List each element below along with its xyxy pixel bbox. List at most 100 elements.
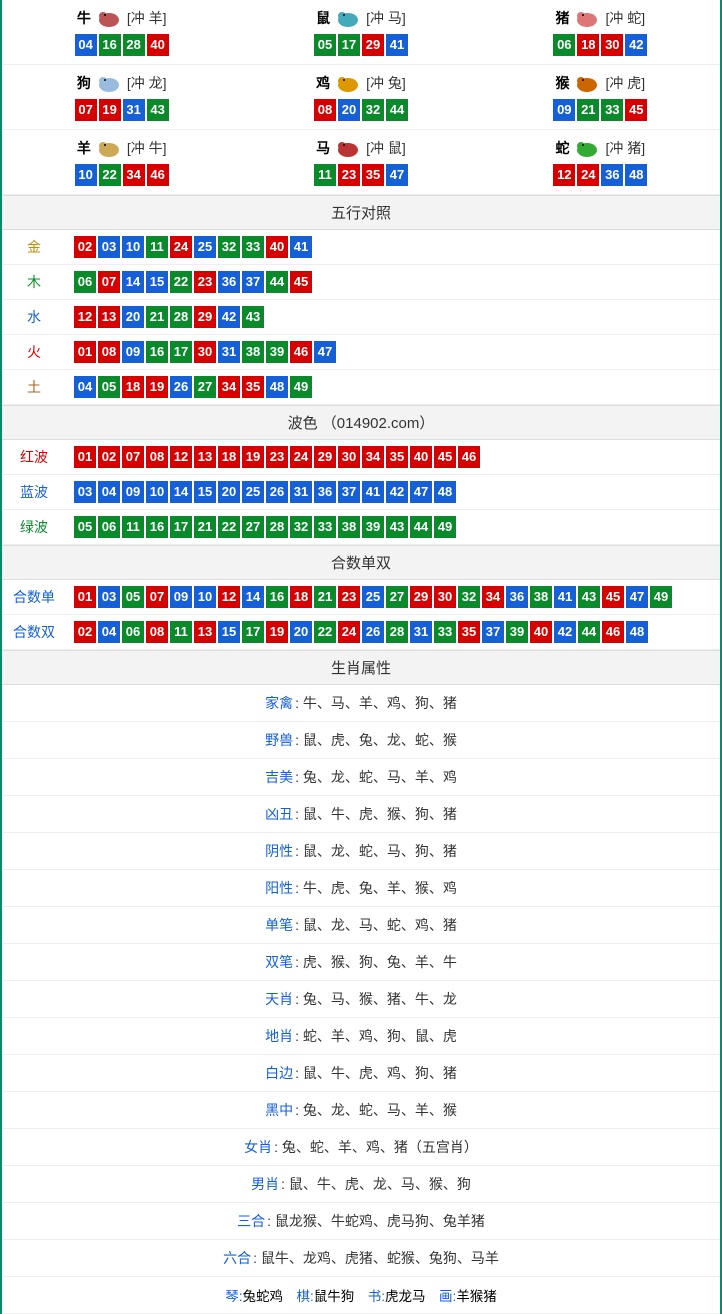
row-numbers: 0108091617303138394647 bbox=[66, 335, 720, 370]
number-ball: 26 bbox=[266, 481, 288, 503]
number-ball: 31 bbox=[123, 99, 145, 121]
wuxing-table: 金02031011242532334041木060714152223363744… bbox=[2, 230, 720, 405]
attr-val: 鼠、龙、马、蛇、鸡、猪 bbox=[303, 917, 457, 933]
number-ball: 20 bbox=[290, 621, 312, 643]
zodiac-numbers: 10223446 bbox=[2, 164, 241, 186]
number-ball: 28 bbox=[266, 516, 288, 538]
row-numbers: 05061116172122272832333839434449 bbox=[66, 510, 720, 545]
attr-sep: : bbox=[295, 917, 303, 933]
bose-table: 红波0102070812131819232429303435404546蓝波03… bbox=[2, 440, 720, 545]
number-ball: 17 bbox=[170, 341, 192, 363]
number-ball: 33 bbox=[601, 99, 623, 121]
number-ball: 41 bbox=[362, 481, 384, 503]
zodiac-conflict: [冲 猪] bbox=[605, 138, 645, 158]
number-ball: 34 bbox=[362, 446, 384, 468]
number-ball: 22 bbox=[314, 621, 336, 643]
attr-row: 家禽: 牛、马、羊、鸡、狗、猪 bbox=[2, 685, 720, 722]
number-ball: 14 bbox=[170, 481, 192, 503]
attr-key: 野兽 bbox=[265, 732, 293, 748]
number-ball: 19 bbox=[99, 99, 121, 121]
number-ball: 33 bbox=[434, 621, 456, 643]
zodiac-name: 鼠 bbox=[316, 8, 330, 28]
number-ball: 43 bbox=[147, 99, 169, 121]
attr-sep: : bbox=[295, 732, 303, 748]
number-ball: 13 bbox=[194, 621, 216, 643]
qqsh-row: 琴:兔蛇鸡 棋:鼠牛狗 书:虎龙马 画:羊猴猪 bbox=[2, 1277, 720, 1314]
number-ball: 09 bbox=[170, 586, 192, 608]
zodiac-conflict: [冲 牛] bbox=[127, 138, 167, 158]
number-ball: 05 bbox=[122, 586, 144, 608]
number-ball: 09 bbox=[122, 481, 144, 503]
number-ball: 11 bbox=[314, 164, 336, 186]
table-row: 土04051819262734354849 bbox=[2, 370, 720, 405]
number-ball: 27 bbox=[386, 586, 408, 608]
number-ball: 44 bbox=[266, 271, 288, 293]
wuxing-header: 五行对照 bbox=[2, 195, 720, 230]
number-ball: 48 bbox=[626, 621, 648, 643]
number-ball: 16 bbox=[266, 586, 288, 608]
number-ball: 41 bbox=[290, 236, 312, 258]
number-ball: 08 bbox=[314, 99, 336, 121]
number-ball: 17 bbox=[338, 34, 360, 56]
number-ball: 21 bbox=[194, 516, 216, 538]
zodiac-icon bbox=[93, 71, 125, 95]
attr-row: 双笔: 虎、猴、狗、兔、羊、牛 bbox=[2, 944, 720, 981]
zodiac-numbers: 05172941 bbox=[241, 34, 480, 56]
attr-val: 兔、蛇、羊、鸡、猪（五宫肖） bbox=[282, 1139, 478, 1155]
attr-key: 女肖 bbox=[244, 1139, 272, 1155]
zodiac-grid: 牛[冲 羊]04162840鼠[冲 马]05172941猪[冲 蛇]061830… bbox=[2, 0, 720, 195]
number-ball: 24 bbox=[290, 446, 312, 468]
zodiac-conflict: [冲 虎] bbox=[605, 73, 645, 93]
number-ball: 03 bbox=[74, 481, 96, 503]
attr-list: 家禽: 牛、马、羊、鸡、狗、猪野兽: 鼠、虎、兔、龙、蛇、猴吉美: 兔、龙、蛇、… bbox=[2, 685, 720, 1277]
number-ball: 37 bbox=[242, 271, 264, 293]
zodiac-name: 狗 bbox=[77, 73, 91, 93]
number-ball: 40 bbox=[266, 236, 288, 258]
number-ball: 02 bbox=[74, 236, 96, 258]
number-ball: 08 bbox=[98, 341, 120, 363]
number-ball: 24 bbox=[577, 164, 599, 186]
number-ball: 32 bbox=[458, 586, 480, 608]
attr-row: 阴性: 鼠、龙、蛇、马、狗、猪 bbox=[2, 833, 720, 870]
table-row: 蓝波03040910141520252631363741424748 bbox=[2, 475, 720, 510]
number-ball: 37 bbox=[482, 621, 504, 643]
attr-val: 兔、马、猴、猪、牛、龙 bbox=[303, 991, 457, 1007]
attr-key: 六合 bbox=[223, 1250, 251, 1266]
zodiac-conflict: [冲 鼠] bbox=[366, 138, 406, 158]
number-ball: 01 bbox=[74, 341, 96, 363]
row-numbers: 03040910141520252631363741424748 bbox=[66, 475, 720, 510]
attr-row: 凶丑: 鼠、牛、虎、猴、狗、猪 bbox=[2, 796, 720, 833]
zodiac-conflict: [冲 兔] bbox=[366, 73, 406, 93]
number-ball: 35 bbox=[458, 621, 480, 643]
zodiac-name: 羊 bbox=[77, 138, 91, 158]
attr-row: 女肖: 兔、蛇、羊、鸡、猪（五宫肖） bbox=[2, 1129, 720, 1166]
number-ball: 08 bbox=[146, 621, 168, 643]
number-ball: 06 bbox=[122, 621, 144, 643]
attr-row: 三合: 鼠龙猴、牛蛇鸡、虎马狗、兔羊猪 bbox=[2, 1203, 720, 1240]
attr-sep: : bbox=[295, 880, 303, 896]
zodiac-numbers: 11233547 bbox=[241, 164, 480, 186]
zodiac-icon bbox=[571, 71, 603, 95]
number-ball: 22 bbox=[218, 516, 240, 538]
zodiac-icon bbox=[93, 136, 125, 160]
number-ball: 15 bbox=[194, 481, 216, 503]
number-ball: 21 bbox=[146, 306, 168, 328]
number-ball: 34 bbox=[123, 164, 145, 186]
attr-val: 虎、猴、狗、兔、羊、牛 bbox=[303, 954, 457, 970]
row-label: 蓝波 bbox=[2, 475, 66, 510]
number-ball: 38 bbox=[338, 516, 360, 538]
number-ball: 28 bbox=[386, 621, 408, 643]
number-ball: 44 bbox=[578, 621, 600, 643]
row-label: 绿波 bbox=[2, 510, 66, 545]
number-ball: 27 bbox=[242, 516, 264, 538]
zodiac-cell: 狗[冲 龙]07193143 bbox=[2, 65, 241, 130]
number-ball: 48 bbox=[266, 376, 288, 398]
number-ball: 10 bbox=[146, 481, 168, 503]
number-ball: 21 bbox=[314, 586, 336, 608]
number-ball: 10 bbox=[75, 164, 97, 186]
number-ball: 39 bbox=[506, 621, 528, 643]
number-ball: 33 bbox=[242, 236, 264, 258]
number-ball: 07 bbox=[75, 99, 97, 121]
attr-val: 鼠、牛、虎、鸡、狗、猪 bbox=[303, 1065, 457, 1081]
attr-val: 鼠、牛、虎、龙、马、猴、狗 bbox=[289, 1176, 471, 1192]
